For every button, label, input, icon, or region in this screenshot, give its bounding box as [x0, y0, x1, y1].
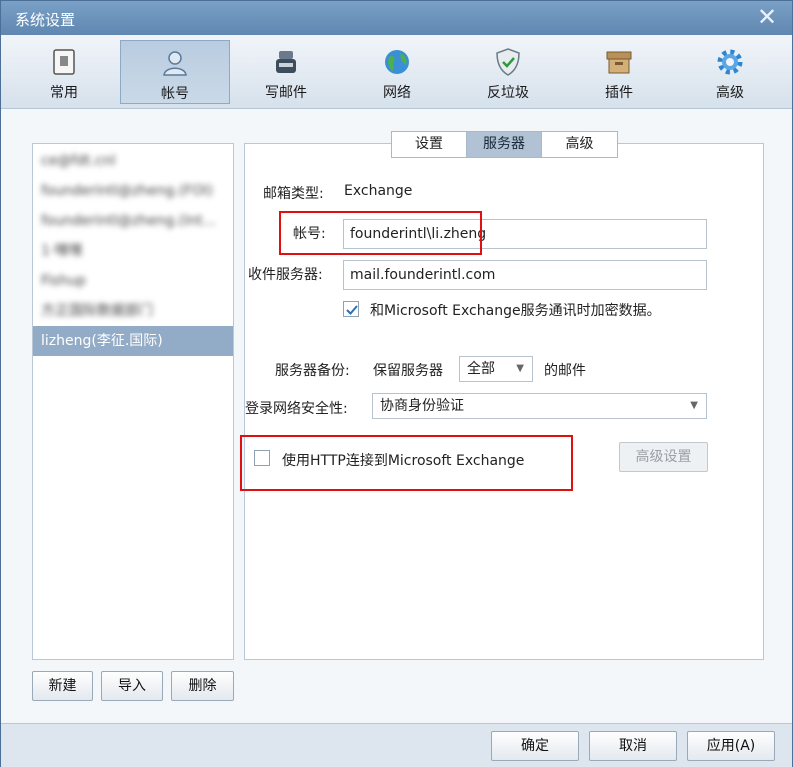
toolbar-label: 常用 [50, 85, 78, 101]
account-item[interactable]: 1·嘿嘿 [33, 236, 233, 266]
settings-tabs: 设置 服务器 高级 [391, 131, 618, 158]
mailbox-type-value: Exchange [344, 183, 413, 199]
encrypt-label: 和Microsoft Exchange服务通讯时加密数据。 [370, 303, 661, 319]
shield-icon [496, 48, 520, 76]
phone-icon [53, 49, 75, 75]
encrypt-checkbox[interactable] [343, 301, 359, 317]
toolbar-item-advanced[interactable]: 高级 [675, 40, 785, 104]
cancel-button[interactable]: 取消 [589, 731, 677, 761]
incoming-server-field[interactable]: mail.founderintl.com [343, 260, 707, 290]
account-item[interactable]: ce@fdt.cnl [33, 146, 233, 176]
backup-suffix: 的邮件 [544, 363, 586, 379]
backup-select-value: 全部 [467, 361, 495, 377]
advanced-settings-button[interactable]: 高级设置 [619, 442, 708, 472]
toolbar-label: 写邮件 [265, 85, 307, 101]
account-item-label: lizheng(李征.国际) [41, 333, 163, 349]
checkmark-icon [346, 305, 358, 315]
title-bar: 系统设置 ✕ [1, 1, 792, 35]
window-title: 系统设置 [15, 11, 76, 29]
toolbar-label: 帐号 [161, 86, 189, 102]
apply-button[interactable]: 应用(A) [687, 731, 775, 761]
security-label: 登录网络安全性: [245, 401, 348, 417]
account-item[interactable]: Fishup [33, 266, 233, 296]
backup-label: 服务器备份: [275, 363, 350, 379]
toolbar-label: 插件 [605, 85, 633, 101]
account-item[interactable]: 方正国际数据部门 [33, 296, 233, 326]
account-item-selected[interactable]: lizheng(李征.国际) [33, 326, 233, 356]
account-item-label: 方正国际数据部门 [41, 303, 153, 319]
toolbar-item-network[interactable]: 网络 [342, 40, 452, 104]
toolbar-item-antispam[interactable]: 反垃圾 [453, 40, 563, 104]
toolbar-item-general[interactable]: 常用 [9, 40, 119, 104]
incoming-server-label: 收件服务器: [248, 267, 323, 283]
close-icon[interactable]: ✕ [756, 5, 778, 29]
toolbar-label: 反垃圾 [487, 85, 529, 101]
globe-icon [385, 50, 409, 74]
mailbox-type-label: 邮箱类型: [263, 186, 324, 202]
gear-icon [717, 49, 743, 75]
account-item[interactable]: founderintl@zheng.(Int... [33, 206, 233, 236]
ok-button[interactable]: 确定 [491, 731, 579, 761]
account-item-label: 1·嘿嘿 [41, 243, 83, 259]
chevron-down-icon: ▼ [690, 400, 698, 411]
highlight-box [240, 435, 573, 491]
tab-settings[interactable]: 设置 [392, 132, 467, 157]
import-account-button[interactable]: 导入 [101, 671, 163, 701]
security-select[interactable]: 协商身份验证 ▼ [372, 393, 707, 419]
backup-prefix: 保留服务器 [373, 363, 443, 379]
account-item-label: founderintl@zheng.(FOI) [41, 183, 213, 199]
highlight-box [279, 211, 482, 255]
box-icon [606, 51, 632, 74]
toolbar-label: 网络 [383, 85, 411, 101]
inkwell-icon [276, 51, 296, 73]
toolbar-item-plugins[interactable]: 插件 [564, 40, 674, 104]
account-item[interactable]: founderintl@zheng.(FOI) [33, 176, 233, 206]
security-select-value: 协商身份验证 [380, 398, 464, 414]
settings-window: 系统设置 ✕ 常用 帐号 写邮件 网络 反垃圾 插件 高级 ce@fdt.cnl… [0, 0, 793, 767]
new-account-button[interactable]: 新建 [32, 671, 93, 701]
backup-select[interactable]: 全部 ▼ [459, 356, 533, 382]
toolbar-label: 高级 [716, 85, 744, 101]
account-item-label: ce@fdt.cnl [41, 153, 116, 169]
account-item-label: Fishup [41, 273, 86, 289]
chevron-down-icon: ▼ [516, 363, 524, 374]
account-list: ce@fdt.cnl founderintl@zheng.(FOI) found… [32, 143, 234, 660]
tab-advanced[interactable]: 高级 [542, 132, 617, 157]
account-item-label: founderintl@zheng.(Int... [41, 213, 216, 229]
delete-account-button[interactable]: 删除 [171, 671, 234, 701]
category-toolbar: 常用 帐号 写邮件 网络 反垃圾 插件 高级 [1, 35, 792, 109]
toolbar-item-account[interactable]: 帐号 [120, 40, 230, 104]
user-icon [163, 51, 187, 76]
toolbar-item-compose[interactable]: 写邮件 [231, 40, 341, 104]
tab-server[interactable]: 服务器 [467, 132, 542, 157]
